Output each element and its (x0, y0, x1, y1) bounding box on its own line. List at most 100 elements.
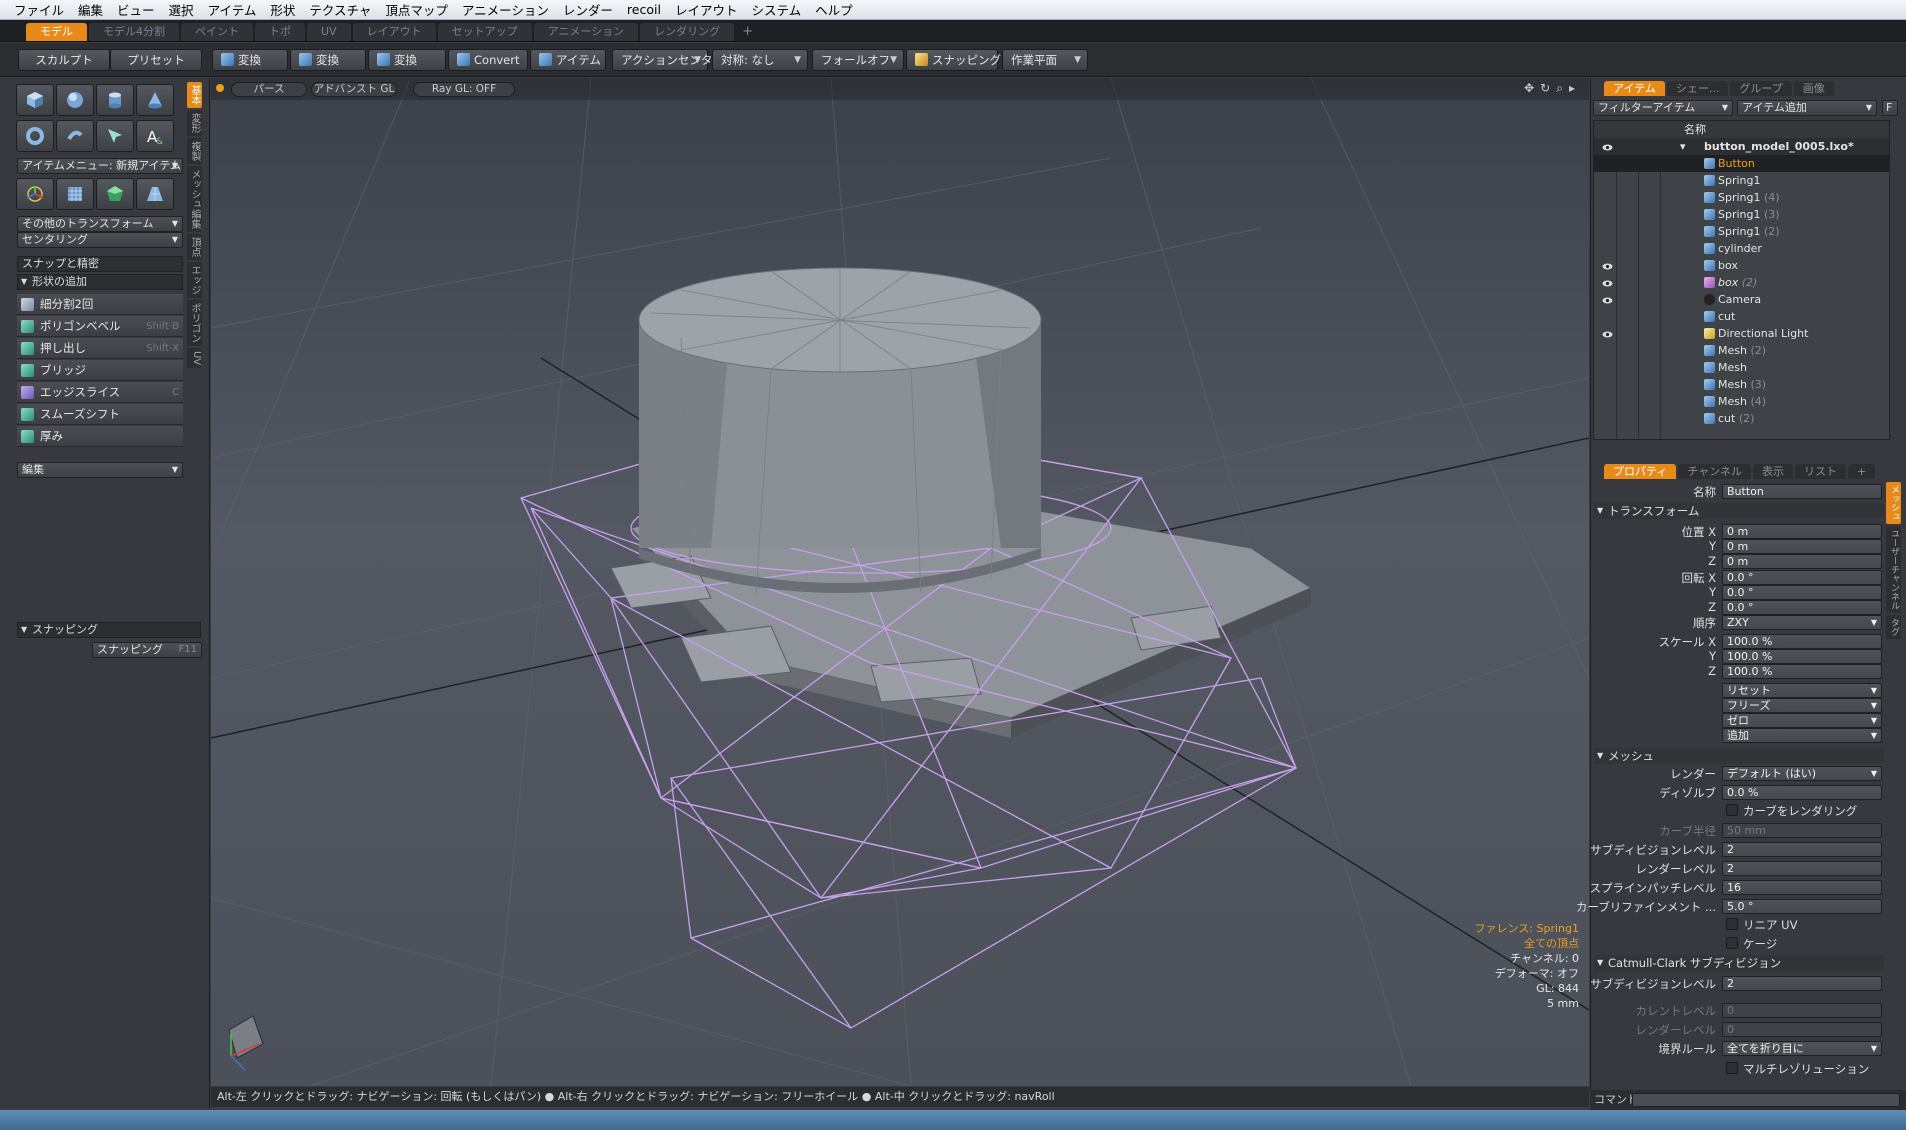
edit-dropdown[interactable]: 編集 ▼ (17, 462, 183, 478)
convert-button[interactable]: Convert (448, 49, 528, 71)
scale-y-field[interactable]: 100.0 % (1722, 649, 1882, 664)
add-tab-button[interactable]: + (1848, 464, 1876, 479)
tool-subdivide-twice[interactable]: 細分割2回 (17, 294, 183, 315)
add-tab-button[interactable]: + (736, 23, 759, 41)
vtab-vertex[interactable]: 頂点 (187, 234, 202, 260)
add-dropdown[interactable]: 追加 ▼ (1722, 728, 1882, 743)
menu-layout[interactable]: レイアウト (675, 0, 738, 19)
tool-smooth-shift[interactable]: スムーズシフト (17, 404, 183, 425)
maximize-icon[interactable]: ▸ (1569, 81, 1575, 96)
tree-item-camera[interactable]: Camera (1594, 291, 1889, 308)
work-plane-dropdown[interactable]: 作業平面 ▼ (1002, 49, 1088, 71)
transform-section[interactable]: ▼ トランスフォーム (1594, 503, 1884, 519)
freeze-dropdown[interactable]: フリーズ ▼ (1722, 698, 1882, 713)
render-level-field[interactable]: 2 (1722, 861, 1882, 876)
tab-properties[interactable]: プロパティ (1604, 464, 1677, 479)
cylinder-primitive-button[interactable] (96, 84, 134, 116)
eye-icon[interactable] (1602, 277, 1613, 288)
catmull-clark-section[interactable]: ▼ Catmull-Clark サブディビジョン (1594, 955, 1884, 971)
tab-model-quad[interactable]: モデル4分割 (89, 23, 179, 41)
ray-gl-button[interactable]: Ray GL: OFF (413, 82, 515, 97)
tree-item-button[interactable]: Button (1594, 155, 1889, 172)
tab-rendering[interactable]: レンダリング (640, 23, 735, 41)
curve-refinement-field[interactable]: 5.0 ° (1722, 899, 1882, 914)
tool-bridge[interactable]: ブリッジ (17, 360, 183, 381)
side-tab-tags[interactable]: タグ (1886, 615, 1901, 639)
transform-gizmo-button[interactable] (16, 178, 54, 210)
f-button[interactable]: F (1882, 100, 1898, 116)
rotation-x-field[interactable]: 0.0 ° (1722, 570, 1882, 585)
transform-scale-button[interactable]: 変換 (368, 49, 446, 71)
tree-item-cut-2[interactable]: cut (2) (1594, 410, 1889, 427)
scene-row[interactable]: ▾ button_model_0005.lxo* (1594, 138, 1889, 155)
item-menu-dropdown[interactable]: アイテムメニュー: 新規アイテム ▼ (17, 158, 183, 174)
tab-channels[interactable]: チャンネル (1678, 464, 1752, 479)
snapping-button[interactable]: スナッピング (906, 49, 1001, 71)
position-y-field[interactable]: 0 m (1722, 539, 1882, 554)
filter-items-dropdown[interactable]: フィルターアイテム ▼ (1593, 100, 1733, 116)
vtab-duplicate[interactable]: 複製 (187, 138, 202, 164)
menu-texture[interactable]: テクスチャ (309, 0, 371, 19)
render-dropdown[interactable]: デフォルト (はい) ▼ (1722, 766, 1882, 781)
eye-icon[interactable] (1602, 328, 1613, 339)
menu-select[interactable]: 選択 (169, 0, 194, 19)
snap-precision-section[interactable]: スナップと精密 (17, 256, 183, 272)
zero-dropdown[interactable]: ゼロ ▼ (1722, 713, 1882, 728)
rotation-y-field[interactable]: 0.0 ° (1722, 585, 1882, 600)
menu-edit[interactable]: 編集 (78, 0, 103, 19)
tab-list[interactable]: リスト (1795, 464, 1847, 479)
cage-checkbox[interactable] (1726, 937, 1738, 949)
position-x-field[interactable]: 0 m (1722, 524, 1882, 539)
tree-item-directional-light[interactable]: Directional Light (1594, 325, 1889, 342)
chevron-down-icon[interactable]: ▾ (1680, 138, 1686, 155)
tree-item-spring1[interactable]: Spring1 (1594, 172, 1889, 189)
tool-thicken[interactable]: 厚み (17, 426, 183, 447)
curve-radius-field[interactable]: 50 mm (1722, 823, 1882, 838)
mesh-tool-button[interactable] (96, 178, 134, 210)
cc-render-level-field[interactable]: 0 (1722, 1022, 1882, 1037)
tree-item-cut[interactable]: cut (1594, 308, 1889, 325)
tree-item-mesh-2[interactable]: Mesh (2) (1594, 342, 1889, 359)
snapping-toggle-button[interactable]: スナッピング F11 (92, 642, 202, 658)
transform-rotate-button[interactable]: 変換 (290, 49, 366, 71)
name-field[interactable]: Button (1722, 484, 1882, 499)
tool-polygon-bevel[interactable]: ポリゴンベベル Shift-B (17, 316, 183, 337)
tab-items[interactable]: アイテム (1604, 81, 1665, 96)
symmetry-dropdown[interactable]: 対称: なし ▼ (712, 49, 808, 71)
current-level-field[interactable]: 0 (1722, 1003, 1882, 1018)
eye-icon[interactable] (1602, 141, 1613, 152)
spline-patch-level-field[interactable]: 16 (1722, 880, 1882, 895)
tree-item-box-2[interactable]: box (2) (1594, 274, 1889, 291)
add-item-dropdown[interactable]: アイテム追加 ▼ (1737, 100, 1877, 116)
command-input[interactable] (1632, 1093, 1900, 1107)
vtab-mesh-edit[interactable]: メッシュ編集 (187, 166, 202, 232)
tab-paint[interactable]: ペイント (181, 23, 253, 41)
vtab-deform[interactable]: 変形 (187, 110, 202, 136)
cone-primitive-button[interactable] (136, 84, 174, 116)
item-mode-button[interactable]: アイテム (530, 49, 606, 71)
menu-help[interactable]: ヘルプ (815, 0, 853, 19)
cube-primitive-button[interactable] (16, 84, 54, 116)
other-transform-dropdown[interactable]: その他のトランスフォーム ▼ (17, 216, 183, 232)
side-tab-user-channels[interactable]: ユーザーチャンネル (1886, 526, 1901, 613)
tab-layout[interactable]: レイアウト (352, 23, 436, 41)
tree-item-mesh[interactable]: Mesh (1594, 359, 1889, 376)
transform-move-button[interactable]: 変換 (212, 49, 288, 71)
subdivision-level-field[interactable]: 2 (1722, 842, 1882, 857)
text-tool-button[interactable]: A & (136, 120, 174, 152)
plane-tool-button[interactable] (136, 178, 174, 210)
tree-item-cylinder[interactable]: cylinder (1594, 240, 1889, 257)
dissolve-field[interactable]: 0.0 % (1722, 785, 1882, 800)
menu-view[interactable]: ビュー (117, 0, 155, 19)
tree-item-spring1-3[interactable]: Spring1 (3) (1594, 206, 1889, 223)
snapping-section[interactable]: ▼ スナッピング (17, 622, 201, 638)
tab-display[interactable]: 表示 (1753, 464, 1794, 479)
orbit-icon[interactable]: ↻ (1540, 81, 1550, 96)
viewport-menu-icon[interactable] (216, 84, 224, 92)
advanced-gl-button[interactable]: アドバンスト GL (311, 82, 397, 97)
tree-item-spring1-4[interactable]: Spring1 (4) (1594, 189, 1889, 206)
view-perspective-button[interactable]: パース (231, 82, 307, 97)
pan-icon[interactable]: ✥ (1524, 81, 1534, 96)
add-shape-section[interactable]: ▼ 形状の追加 (17, 274, 183, 290)
position-z-field[interactable]: 0 m (1722, 554, 1882, 569)
